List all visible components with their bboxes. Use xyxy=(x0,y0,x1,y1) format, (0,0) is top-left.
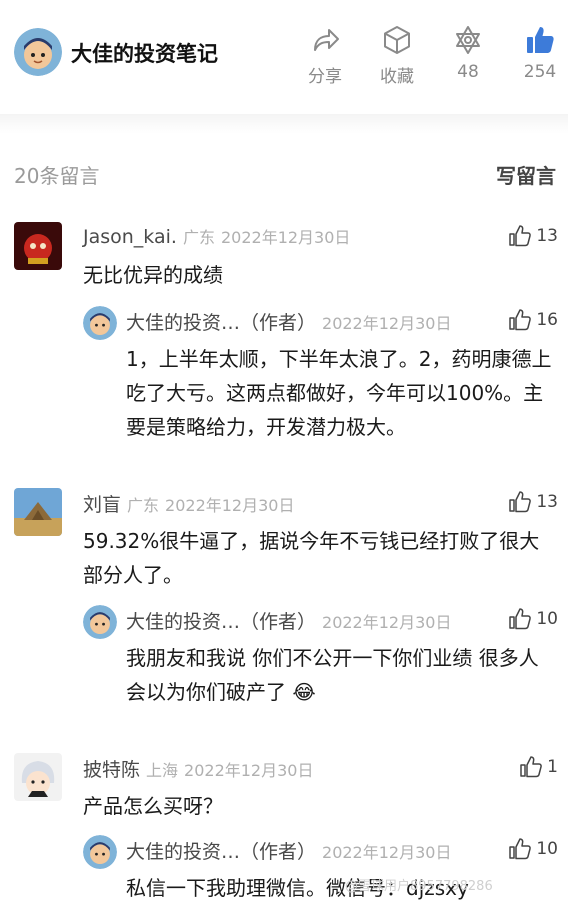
author-avatar[interactable] xyxy=(14,28,62,76)
reply-avatar[interactable] xyxy=(83,605,117,639)
reply-author[interactable]: 大佳的投资…（作者） 2022年12月30日 xyxy=(126,837,451,864)
like-count: 10 xyxy=(536,609,558,629)
author-name[interactable]: Jason_kai. xyxy=(83,226,177,248)
thumbs-up-icon xyxy=(509,491,532,513)
comment-like-button[interactable]: 13 xyxy=(508,224,558,248)
comment-date: 2022年12月30日 xyxy=(220,228,351,247)
write-comment-button[interactable]: 写留言 xyxy=(496,160,556,189)
reply-like-button[interactable]: 10 xyxy=(508,837,558,861)
comment-count: 20条留言 xyxy=(14,164,100,188)
author-location: 上海 xyxy=(146,761,179,780)
like-count: 13 xyxy=(536,492,558,512)
share-button[interactable]: 分享 xyxy=(295,24,355,87)
comments-bar: 20条留言 写留言 xyxy=(0,150,568,194)
thumbs-up-icon xyxy=(520,756,543,778)
user-avatar[interactable] xyxy=(14,488,62,536)
reply-date: 2022年12月30日 xyxy=(322,843,452,862)
like-button[interactable]: 254 xyxy=(510,24,568,82)
reply-avatar[interactable] xyxy=(83,306,117,340)
article-header: 大佳的投资笔记 分享 收藏 48 254 xyxy=(0,0,568,110)
comment-author[interactable]: Jason_kai. 广东 2022年12月30日 xyxy=(83,224,350,248)
reply-date: 2022年12月30日 xyxy=(322,314,452,333)
share-label: 分享 xyxy=(308,67,342,87)
hex-button[interactable]: 48 xyxy=(438,24,498,82)
reply-author-name[interactable]: 大佳的投资…（作者） xyxy=(126,312,316,334)
reply-author[interactable]: 大佳的投资…（作者） 2022年12月30日 xyxy=(126,308,451,335)
account-name[interactable]: 大佳的投资笔记 xyxy=(71,38,218,68)
cube-icon xyxy=(384,26,410,54)
reply-like-button[interactable]: 10 xyxy=(508,607,558,631)
thumbs-up-icon xyxy=(509,838,532,860)
comment-like-button[interactable]: 13 xyxy=(508,490,558,514)
comment-author[interactable]: 披特陈 上海 2022年12月30日 xyxy=(83,755,313,782)
reply-author-name[interactable]: 大佳的投资…（作者） xyxy=(126,841,316,863)
like-count: 1 xyxy=(547,757,558,777)
hexagram-icon xyxy=(456,26,480,54)
author-location: 广东 xyxy=(182,228,215,247)
author-location: 广东 xyxy=(127,496,160,515)
collect-label: 收藏 xyxy=(380,67,414,87)
reply-avatar[interactable] xyxy=(83,835,117,869)
reply-date: 2022年12月30日 xyxy=(322,613,452,632)
reply-author[interactable]: 大佳的投资…（作者） 2022年12月30日 xyxy=(126,607,451,634)
hex-count: 48 xyxy=(457,62,479,82)
thumbs-up-icon xyxy=(509,608,532,630)
author-name[interactable]: 披特陈 xyxy=(83,759,140,781)
comment-date: 2022年12月30日 xyxy=(165,496,295,515)
author-name[interactable]: 刘盲 xyxy=(83,494,121,516)
thumbs-up-icon xyxy=(509,309,532,331)
thumbs-up-icon xyxy=(509,225,532,247)
share-icon xyxy=(314,29,339,51)
thumbs-up-filled-icon xyxy=(527,27,554,53)
like-count: 10 xyxy=(536,839,558,859)
like-count: 13 xyxy=(536,226,558,246)
comment-text: 59.32%很牛逼了，据说今年不亏钱已经打败了很大部分人了。 xyxy=(83,529,540,587)
reply-text: 1，上半年太顺，下半年太浪了。2，药明康德上吃了大亏。这两点都做好，今年可以10… xyxy=(126,347,552,439)
collect-button[interactable]: 收藏 xyxy=(367,24,427,87)
like-count: 254 xyxy=(523,62,557,82)
comment-like-button[interactable]: 1 xyxy=(519,755,558,779)
user-avatar[interactable] xyxy=(14,222,62,270)
section-divider xyxy=(0,114,568,134)
watermark: @雪球用户8957798286 xyxy=(345,879,493,894)
comment-date: 2022年12月30日 xyxy=(184,761,314,780)
comment-text: 无比优异的成绩 xyxy=(83,263,223,287)
comment-author[interactable]: 刘盲 广东 2022年12月30日 xyxy=(83,490,294,517)
user-avatar[interactable] xyxy=(14,753,62,801)
reply-like-button[interactable]: 16 xyxy=(508,308,558,332)
comment-text: 产品怎么买呀？ xyxy=(83,794,223,818)
reply-author-name[interactable]: 大佳的投资…（作者） xyxy=(126,611,316,633)
reply-text: 我朋友和我说 你们不公开一下你们业绩 很多人会以为你们破产了 😂 xyxy=(126,646,539,704)
like-count: 16 xyxy=(536,310,558,330)
